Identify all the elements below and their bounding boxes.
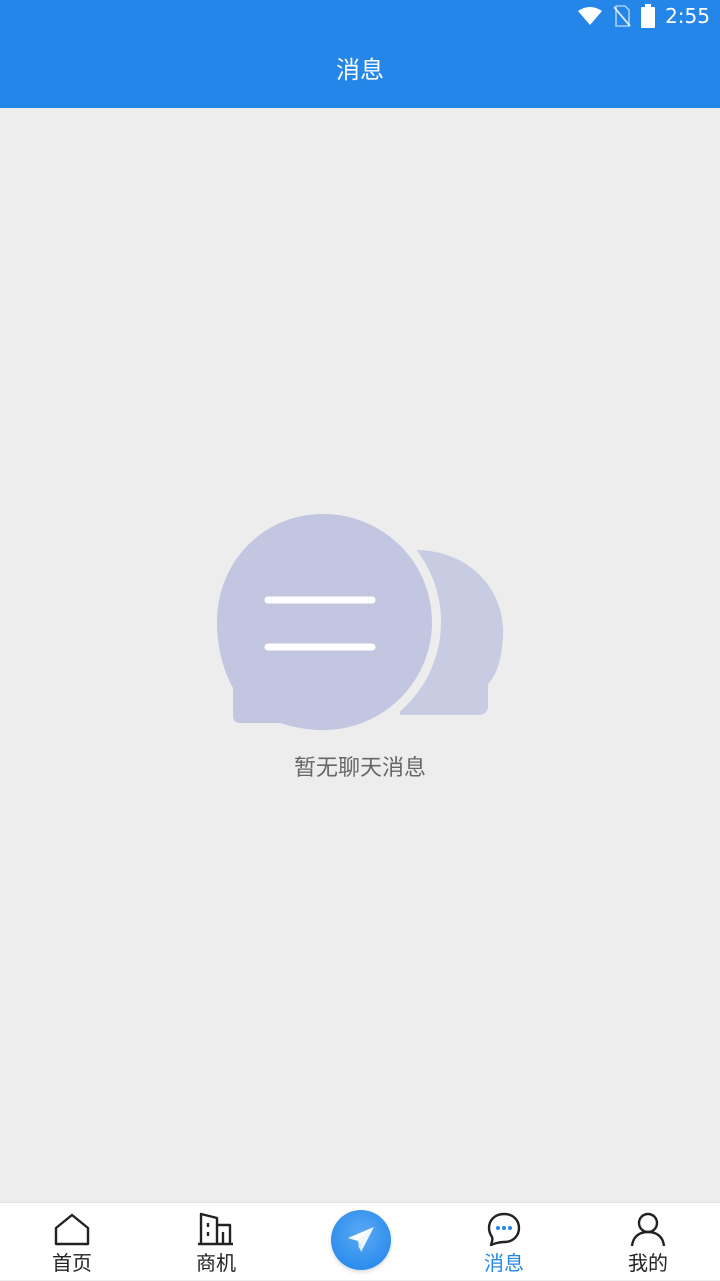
tab-messages[interactable]: 消息 xyxy=(432,1203,576,1281)
tab-business-label: 商机 xyxy=(196,1251,236,1275)
tab-messages-label: 消息 xyxy=(484,1251,524,1275)
chat-bubbles-icon xyxy=(205,504,504,740)
home-icon xyxy=(54,1213,90,1246)
tab-profile[interactable]: 我的 xyxy=(576,1203,720,1281)
user-icon xyxy=(630,1212,666,1247)
status-bar: 2:55 xyxy=(0,0,720,32)
app-header: 2:55 消息 xyxy=(0,0,720,108)
publish-button[interactable] xyxy=(331,1210,391,1270)
empty-state-message: 暂无聊天消息 xyxy=(293,756,426,781)
building-icon xyxy=(198,1212,233,1246)
empty-state xyxy=(205,504,510,744)
page-title: 消息 xyxy=(336,56,384,84)
tab-profile-label: 我的 xyxy=(628,1251,668,1275)
tab-home[interactable]: 首页 xyxy=(0,1203,144,1281)
paper-plane-icon xyxy=(348,1227,374,1252)
no-sim-icon xyxy=(613,5,631,27)
status-icons: 2:55 xyxy=(577,2,710,30)
tab-business[interactable]: 商机 xyxy=(144,1203,288,1281)
chat-icon xyxy=(487,1212,521,1247)
battery-icon xyxy=(641,4,656,28)
tab-home-label: 首页 xyxy=(52,1251,92,1275)
wifi-icon xyxy=(578,7,603,25)
status-time: 2:55 xyxy=(665,4,710,28)
